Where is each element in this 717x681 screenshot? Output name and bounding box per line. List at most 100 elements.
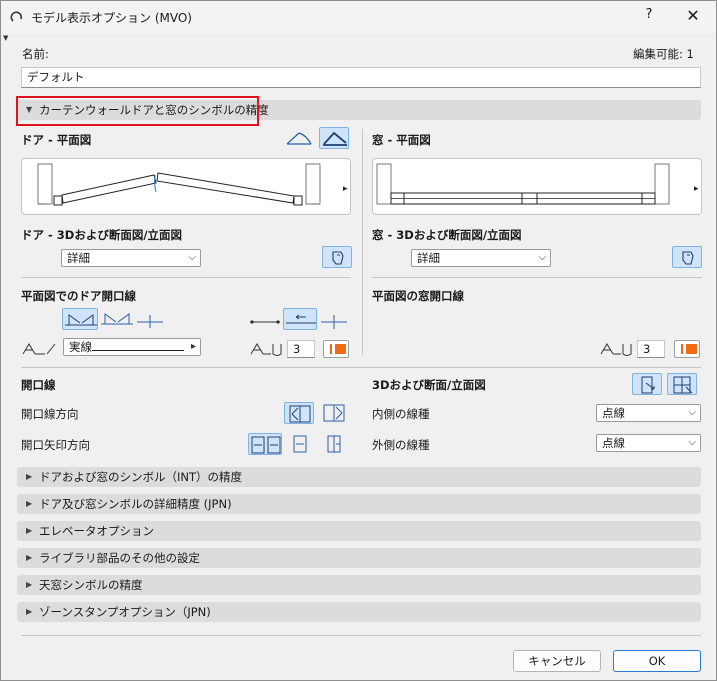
slide-arrow-icon	[286, 314, 316, 324]
door-plan-style-2-button[interactable]	[319, 127, 349, 149]
collapsed-triangle-icon: ▶	[26, 553, 33, 562]
section-title: ドア及び窓シンボルの詳細精度 (JPN)	[39, 497, 232, 511]
help-button[interactable]: ?	[637, 7, 661, 27]
opening-direction-out-button[interactable]	[319, 402, 349, 424]
arrow-direction-1-button[interactable]	[248, 433, 282, 455]
section-skylight[interactable]: ▶ 天窓シンボルの精度	[17, 575, 701, 595]
door-elevation-icon	[641, 376, 655, 394]
outer-linetype-label: 外側の線種	[372, 438, 430, 452]
slide-cross-icon	[321, 315, 347, 329]
arrow-direction-3-button[interactable]	[319, 433, 349, 455]
title-bar: モデル表示オプション (MVO) ? ✕	[1, 1, 716, 33]
section-3d-door-button[interactable]	[632, 373, 662, 395]
arrow-direction-2-button[interactable]	[285, 433, 315, 455]
door-pen-number[interactable]: 3	[287, 340, 315, 358]
opening-direction-in-button[interactable]	[284, 402, 314, 424]
inner-linetype-select[interactable]: 点線 ⌵	[596, 404, 701, 422]
svg-text:▸: ▸	[694, 184, 699, 194]
inner-linetype-label: 内側の線種	[372, 407, 430, 421]
window-pen-number[interactable]: 3	[637, 340, 665, 358]
section-title: ゾーンスタンプオプション（JPN)	[39, 605, 211, 619]
door-3d-select-value: 詳細	[67, 251, 90, 265]
single-arrow-icon	[293, 435, 307, 453]
collapsed-triangle-icon: ▶	[26, 499, 33, 508]
pen-icon	[600, 343, 632, 356]
opening-direction-label: 開口線方向	[21, 407, 79, 421]
footer-divider	[21, 635, 701, 636]
chevron-down-icon: ⌵	[188, 252, 196, 263]
chevron-right-icon: ▸	[190, 341, 196, 352]
divider	[21, 367, 701, 368]
door-3d-options-button[interactable]	[322, 246, 352, 268]
door-opening-style-1-button[interactable]	[62, 308, 98, 330]
section-int-precision[interactable]: ▶ ドアおよび窓のシンボル（INT）の精度	[17, 467, 701, 487]
divider	[372, 277, 702, 278]
ok-button[interactable]: OK	[613, 650, 701, 672]
inner-linetype-value: 点線	[602, 406, 625, 420]
section-3d-heading: 3Dおよび断面/立面図	[372, 378, 486, 392]
opening-arrow-label: 開口矢印方向	[21, 438, 90, 452]
direction-out-icon	[323, 404, 345, 422]
door-swing-icon	[323, 131, 347, 146]
door-plan-heading: ドア - 平面図	[21, 133, 92, 147]
door-plan-style-1-button[interactable]	[284, 127, 314, 149]
door-hand-icon	[332, 251, 344, 265]
window-opening-heading: 平面図の窓開口線	[372, 289, 464, 303]
window-hand-icon	[682, 251, 694, 265]
cancel-button[interactable]: キャンセル	[513, 650, 601, 672]
door-slide-style-2-button[interactable]	[283, 308, 317, 330]
section-title: ドアおよび窓のシンボル（INT）の精度	[39, 470, 243, 484]
collapsed-triangle-icon: ▶	[26, 526, 33, 535]
linetype-sample	[92, 350, 184, 351]
window-title: モデル表示オプション (MVO)	[31, 11, 192, 25]
window-3d-select[interactable]: 詳細 ⌵	[411, 249, 551, 267]
section-3d-window-button[interactable]	[667, 373, 697, 395]
section-library-other[interactable]: ▶ ライブラリ部品のその他の設定	[17, 548, 701, 568]
outer-linetype-select[interactable]: 点線 ⌵	[596, 434, 701, 452]
name-field[interactable]: デフォルト	[21, 67, 701, 88]
divider	[21, 277, 351, 278]
door-linetype-value: 実線	[69, 340, 92, 354]
chevron-down-icon: ⌵	[688, 407, 696, 418]
door-3d-heading: ドア - 3Dおよび断面図/立面図	[21, 228, 183, 242]
section-jpn-detail[interactable]: ▶ ドア及び窓シンボルの詳細精度 (JPN)	[17, 494, 701, 514]
window-3d-heading: 窓 - 3Dおよび断面図/立面図	[372, 228, 522, 242]
pen-icon	[250, 343, 282, 356]
section-title: エレベータオプション	[39, 524, 154, 538]
half-arrow-icon	[327, 435, 341, 453]
opening-lines-heading: 開口線	[21, 378, 56, 392]
door-slide-style-3-button[interactable]	[319, 310, 349, 332]
direction-in-icon	[289, 405, 311, 423]
double-swing-icon	[65, 314, 97, 326]
door-plan-preview: ▸	[21, 158, 351, 215]
svg-text:▸: ▸	[343, 184, 348, 194]
window-plan-preview: ▸	[372, 158, 702, 215]
double-swing-alt-icon	[101, 313, 133, 325]
door-plan-drawing: ▸	[37, 163, 348, 206]
app-icon	[10, 11, 23, 22]
door-opening-style-3-button[interactable]	[135, 308, 165, 330]
chevron-down-icon: ⌵	[688, 437, 696, 448]
section-title: 天窓シンボルの精度	[39, 578, 143, 592]
door-slide-style-1-button[interactable]	[248, 310, 282, 332]
door-opening-heading: 平面図でのドア開口線	[21, 289, 136, 303]
section-elevator[interactable]: ▶ エレベータオプション	[17, 521, 701, 541]
close-button[interactable]: ✕	[681, 6, 705, 28]
window-plan-heading: 窓 - 平面図	[372, 133, 431, 147]
window-elevation-icon	[673, 376, 693, 394]
slide-line-icon	[250, 320, 280, 324]
name-label: 名前:	[22, 47, 49, 61]
door-3d-select[interactable]: 詳細 ⌵	[61, 249, 201, 267]
collapsed-triangle-icon: ▶	[26, 580, 33, 589]
section-zone-stamp[interactable]: ▶ ゾーンスタンプオプション（JPN)	[17, 602, 701, 622]
window-pen-color-button[interactable]	[674, 340, 700, 358]
door-linetype-select[interactable]: 実線 ▸	[63, 338, 201, 356]
door-opening-style-2-button[interactable]	[99, 308, 135, 330]
door-pen-color-button[interactable]	[323, 340, 349, 358]
double-arrow-icon	[251, 436, 281, 454]
collapsed-triangle-icon: ▶	[26, 472, 33, 481]
door-arc-icon	[286, 132, 312, 145]
outer-linetype-value: 点線	[602, 436, 625, 450]
window-3d-select-value: 詳細	[417, 251, 440, 265]
window-3d-options-button[interactable]	[672, 246, 702, 268]
